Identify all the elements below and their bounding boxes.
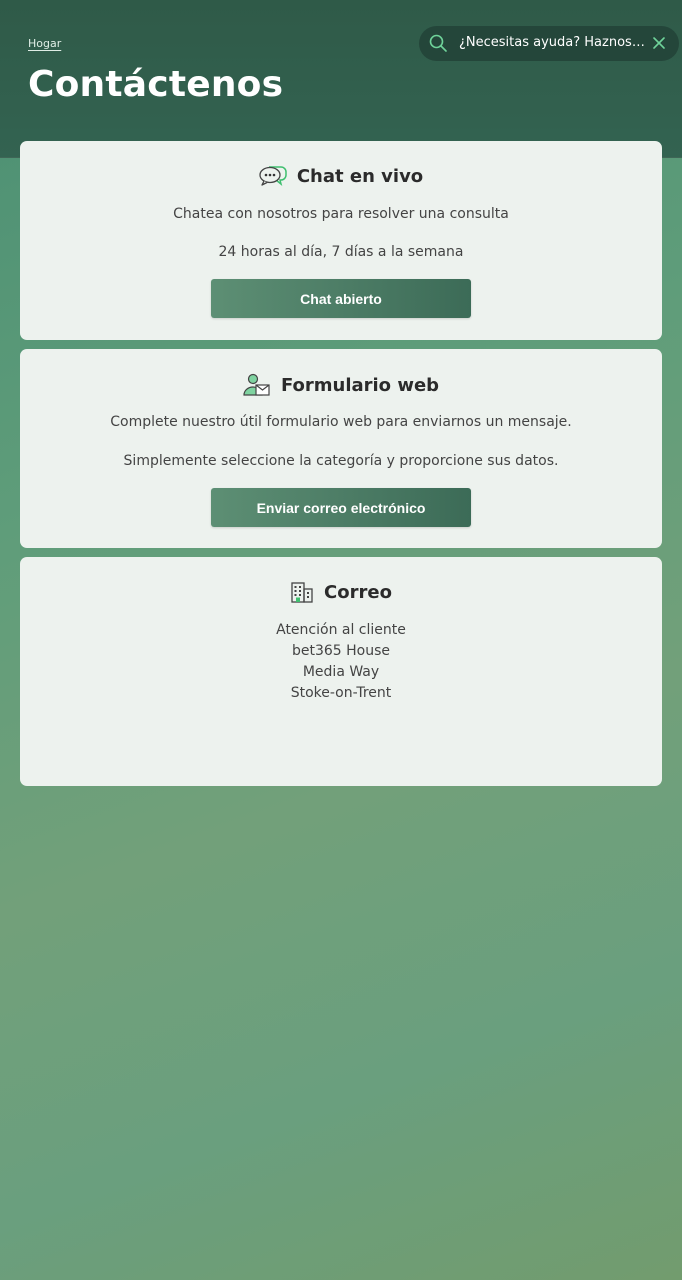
address-line-4: Stoke-on-Trent bbox=[290, 685, 392, 701]
user-mail-icon bbox=[243, 373, 270, 396]
page-header: Hogar Contáctenos ¿Necesitas ayuda? Hazn… bbox=[0, 0, 682, 158]
close-icon[interactable] bbox=[652, 36, 666, 50]
mail-card: Correo Atención al cliente bet365 House … bbox=[20, 557, 662, 786]
mail-header: Correo bbox=[20, 581, 662, 603]
address-line-1: Atención al cliente bbox=[276, 622, 406, 638]
web-form-instructions: Simplemente seleccione la categoría y pr… bbox=[123, 453, 559, 469]
address-line-3: Media Way bbox=[302, 664, 380, 680]
chat-bubble-icon bbox=[259, 166, 287, 186]
help-prompt-text: ¿Necesitas ayuda? Haznos una pregunta bbox=[459, 35, 645, 50]
open-chat-button[interactable]: Chat abierto bbox=[211, 279, 471, 318]
live-chat-header: Chat en vivo bbox=[20, 165, 662, 187]
building-icon bbox=[291, 582, 313, 603]
web-form-card: Formulario web Complete nuestro útil for… bbox=[20, 349, 662, 548]
address-line-2: bet365 House bbox=[291, 643, 391, 659]
web-form-description: Complete nuestro útil formulario web par… bbox=[110, 414, 572, 430]
help-search-bar[interactable]: ¿Necesitas ayuda? Haznos una pregunta bbox=[419, 26, 679, 61]
search-icon bbox=[429, 34, 447, 52]
mail-title: Correo bbox=[324, 581, 392, 603]
live-chat-card: Chat en vivo Chatea con nosotros para re… bbox=[20, 141, 662, 340]
send-email-button[interactable]: Enviar correo electrónico bbox=[211, 488, 471, 527]
live-chat-hours: 24 horas al día, 7 días a la semana bbox=[218, 244, 464, 260]
live-chat-title: Chat en vivo bbox=[296, 165, 424, 187]
web-form-header: Formulario web bbox=[20, 373, 662, 397]
live-chat-description: Chatea con nosotros para resolver una co… bbox=[173, 206, 509, 222]
page-title: Contáctenos bbox=[28, 64, 284, 105]
breadcrumb-home[interactable]: Hogar bbox=[28, 37, 61, 50]
web-form-title: Formulario web bbox=[280, 374, 440, 396]
